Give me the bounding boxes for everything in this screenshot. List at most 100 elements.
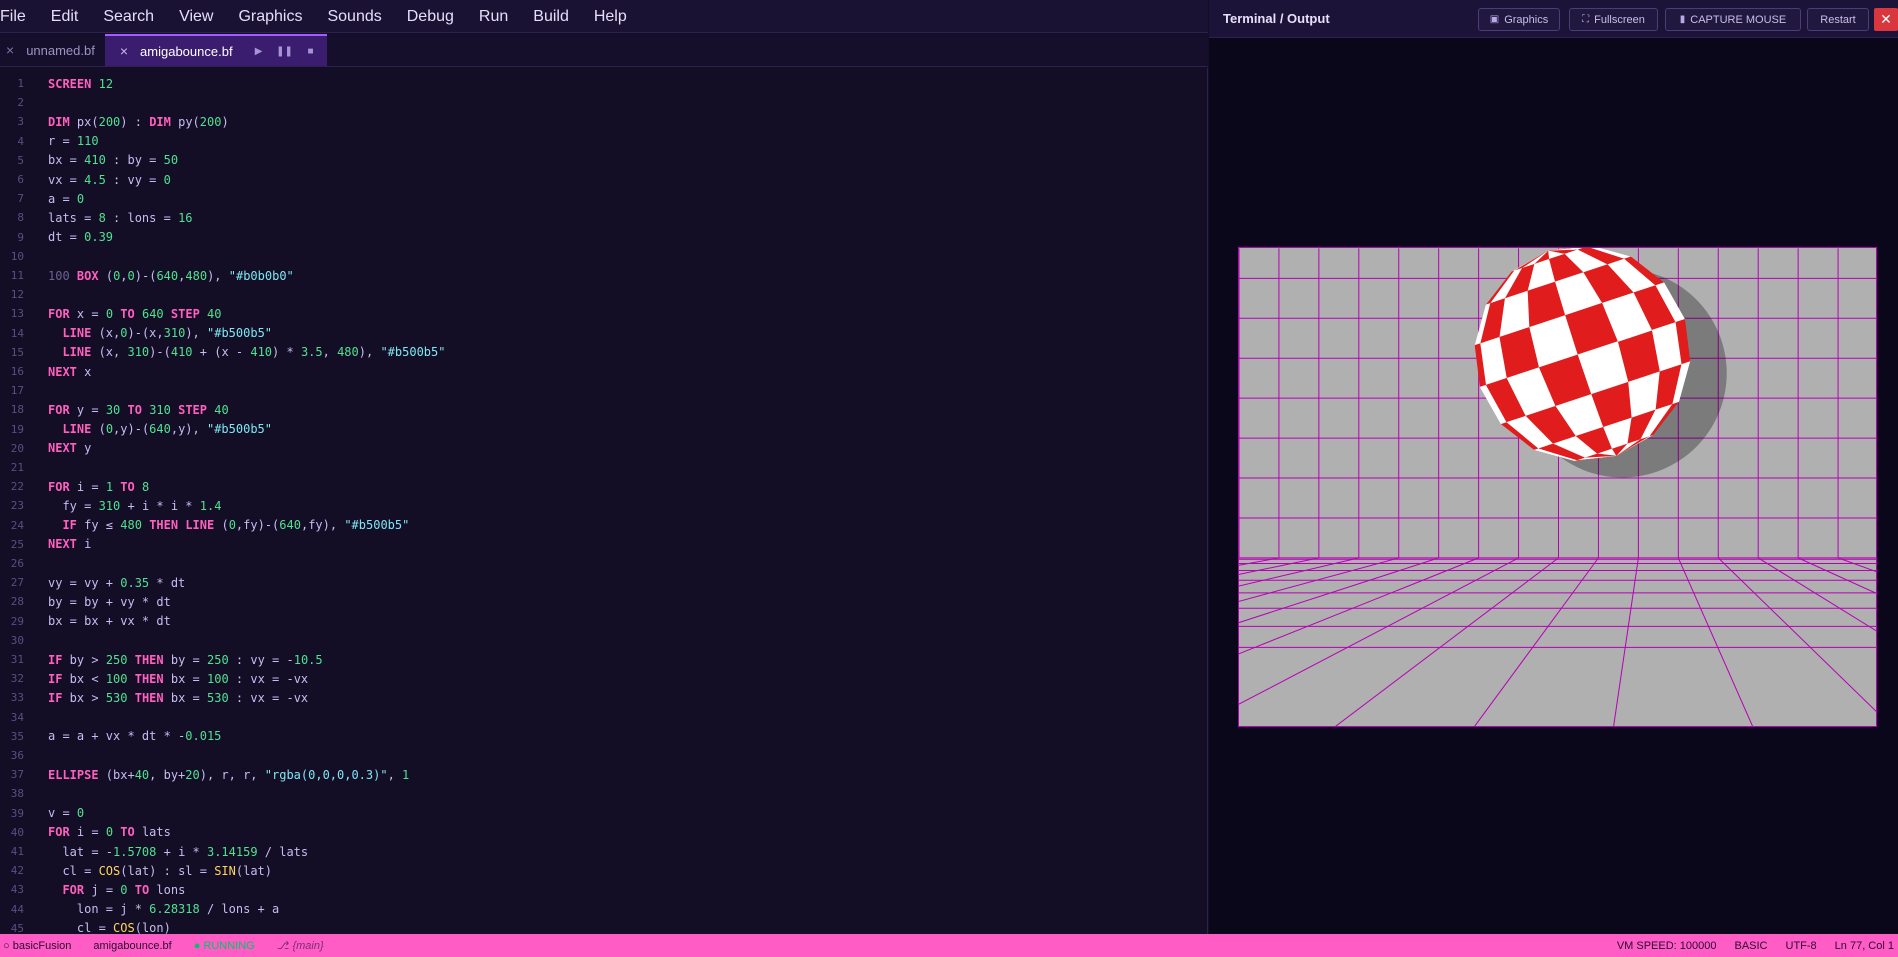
graphics-button[interactable]: ▣ Graphics [1478,8,1560,31]
code-line[interactable]: 18 FOR y = 30 TO 310 STEP 40 [0,400,1200,419]
code-line[interactable]: 15 LINE (x, 310)-(410 + (x - 410) * 3.5,… [0,343,1200,362]
line-number: 28 [10,595,24,609]
code-line[interactable]: 21 [0,458,1200,477]
code-line[interactable]: 41 lat = -1.5708 + i * 3.14159 / lats [0,842,1200,861]
close-panel-button[interactable]: ✕ [1874,8,1898,31]
code-line[interactable]: 43 FOR j = 0 TO lons [0,880,1200,899]
code-line[interactable]: 19 LINE (0,y)-(640,y), "#b500b5" [0,420,1200,439]
close-icon[interactable]: × [120,43,128,59]
code-text: LINE (0,y)-(640,y), "#b500b5" [62,422,273,437]
code-line[interactable]: 6 vx = 4.5 : vy = 0 [0,170,1200,189]
line-number: 33 [10,691,24,705]
code-line[interactable]: 11 100 BOX (0,0)-(640,480), "#b0b0b0" [0,266,1200,285]
line-number: 24 [10,518,24,532]
code-line[interactable]: 4 r = 110 [0,132,1200,151]
close-icon: ✕ [1880,11,1892,27]
line-number: 19 [10,422,24,436]
code-line[interactable]: 23 fy = 310 + i * i * 1.4 [0,496,1200,515]
code-line[interactable]: 22 FOR i = 1 TO 8 [0,477,1200,496]
line-number: 8 [17,211,24,225]
code-text: fy = 310 + i * i * 1.4 [48,498,222,513]
code-line[interactable]: 32 IF bx < 100 THEN bx = 100 : vx = -vx [0,669,1200,688]
code-line[interactable]: 44 lon = j * 6.28318 / lons + a [0,900,1200,919]
menu-run[interactable]: Run [479,0,508,33]
line-number: 29 [10,614,24,628]
fullscreen-label: Fullscreen [1594,13,1645,26]
line-number: 32 [10,672,24,686]
code-text: a = a + vx * dt * -0.015 [48,729,222,744]
code-line[interactable]: 37 ELLIPSE (bx+40, by+20), r, r, "rgba(0,… [0,765,1200,784]
code-editor[interactable]: 1 SCREEN 12 2 3 DIM px(200) : DIM py(200) 4 r … [0,68,1208,934]
tab-amigabounce[interactable]: × amigabounce.bf ▶ ❚❚ ■ [104,34,327,66]
code-line[interactable]: 35 a = a + vx * dt * -0.015 [0,727,1200,746]
menu-search[interactable]: Search [103,0,154,33]
menu-sounds[interactable]: Sounds [327,0,381,33]
stop-icon[interactable]: ■ [299,41,323,61]
menu-debug[interactable]: Debug [407,0,454,33]
line-number: 35 [10,729,24,743]
menu-build[interactable]: Build [533,0,569,33]
capture-mouse-button[interactable]: ▮ CAPTURE MOUSE [1665,8,1801,31]
code-line[interactable]: 42 cl = COS(lat) : sl = SIN(lat) [0,861,1200,880]
code-line[interactable]: 45 cl = COS(lon) [0,919,1200,934]
code-line[interactable]: 31 IF by > 250 THEN by = 250 : vy = -10.5 [0,650,1200,669]
code-line[interactable]: 9 dt = 0.39 [0,228,1200,247]
code-line[interactable]: 17 [0,381,1200,400]
encoding[interactable]: UTF-8 [1786,940,1817,952]
code-line[interactable]: 12 [0,285,1200,304]
menu-graphics[interactable]: Graphics [238,0,302,33]
line-number: 30 [10,633,24,647]
code-line[interactable]: 25 NEXT i [0,535,1200,554]
code-line[interactable]: 14 LINE (x,0)-(x,310), "#b500b5" [0,324,1200,343]
code-line[interactable]: 8 lats = 8 : lons = 16 [0,208,1200,227]
code-line[interactable]: 29 bx = bx + vx * dt [0,612,1200,631]
tab-unnamed[interactable]: × unnamed.bf [0,34,105,66]
restart-button[interactable]: Restart [1807,8,1869,31]
cursor-position[interactable]: Ln 77, Col 1 [1835,940,1894,952]
line-number: 23 [10,499,24,513]
code-text: IF bx < 100 THEN bx = 100 : vx = -vx [48,671,309,686]
code-line[interactable]: 2 [0,93,1200,112]
code-line[interactable]: 28 by = by + vy * dt [0,592,1200,611]
code-line[interactable]: 10 [0,247,1200,266]
menu-edit[interactable]: Edit [51,0,79,33]
code-text: IF fy ≤ 480 THEN LINE (0,fy)-(640,fy), "… [62,518,410,533]
code-text: ELLIPSE (bx+40, by+20), r, r, "rgba(0,0,… [48,767,410,782]
line-number: 6 [17,173,24,187]
code-line[interactable]: 33 IF bx > 530 THEN bx = 530 : vx = -vx [0,688,1200,707]
code-line[interactable]: 34 [0,708,1200,727]
code-line[interactable]: 13 FOR x = 0 TO 640 STEP 40 [0,304,1200,323]
code-line[interactable]: 20 NEXT y [0,439,1200,458]
line-number: 11 [10,269,24,283]
code-line[interactable]: 7 a = 0 [0,189,1200,208]
code-line[interactable]: 39 v = 0 [0,804,1200,823]
play-icon[interactable]: ▶ [247,41,271,61]
code-line[interactable]: 16 NEXT x [0,362,1200,381]
code-line[interactable]: 1 SCREEN 12 [0,74,1200,93]
code-line[interactable]: 38 [0,784,1200,803]
line-number: 2 [17,96,24,110]
code-line[interactable]: 24 IF fy ≤ 480 THEN LINE (0,fy)-(640,fy)… [0,516,1200,535]
fullscreen-button[interactable]: ⛶ Fullscreen [1569,8,1658,31]
code-line[interactable]: 40 FOR i = 0 TO lats [0,823,1200,842]
restart-label: Restart [1820,13,1856,26]
line-number: 44 [10,902,24,916]
menu-file[interactable]: File [0,0,26,33]
menu-help[interactable]: Help [594,0,627,33]
graphics-output-canvas[interactable] [1238,247,1877,727]
language-mode[interactable]: BASIC [1734,940,1767,952]
code-text: FOR j = 0 TO lons [62,882,186,897]
code-line[interactable]: 26 [0,554,1200,573]
menu-view[interactable]: View [179,0,213,33]
line-number: 10 [10,249,24,263]
close-icon[interactable]: × [6,42,14,58]
code-line[interactable]: 36 [0,746,1200,765]
code-line[interactable]: 3 DIM px(200) : DIM py(200) [0,112,1200,131]
line-number: 25 [10,537,24,551]
pause-icon[interactable]: ❚❚ [273,41,297,61]
code-line[interactable]: 30 [0,631,1200,650]
code-line[interactable]: 27 vy = vy + 0.35 * dt [0,573,1200,592]
app-status: ○ basicFusion [3,939,72,952]
branch-label: {main} [292,940,324,952]
code-line[interactable]: 5 bx = 410 : by = 50 [0,151,1200,170]
